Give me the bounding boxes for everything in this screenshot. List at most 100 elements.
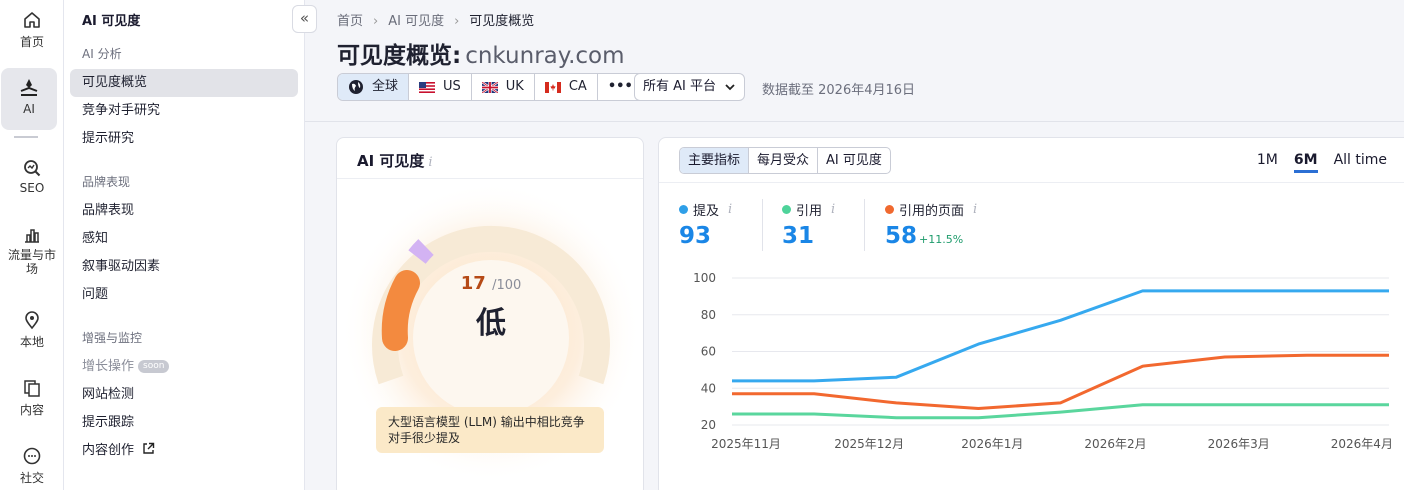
rail-label: 本地 xyxy=(19,335,44,349)
visibility-score: 17 /100 xyxy=(337,273,645,294)
x-tick-label: 2026年1月 xyxy=(961,437,1023,451)
visibility-gauge: 17 /100 低 大型语言模型 (LLM) 输出中相比竞争对手很少提及 xyxy=(337,180,645,482)
collapse-sidebar-button[interactable]: « xyxy=(292,5,317,33)
metric-citations[interactable]: 引用 i 31 xyxy=(782,200,835,249)
range-6m[interactable]: 6M xyxy=(1293,152,1318,173)
x-tick-label: 2026年2月 xyxy=(1084,437,1146,451)
rail-label: 内容 xyxy=(19,403,44,417)
region-us[interactable]: US xyxy=(409,74,472,100)
platform-select[interactable]: 所有 AI 平台 xyxy=(634,73,745,101)
globe-icon xyxy=(349,80,363,94)
chevron-right-icon: › xyxy=(373,14,379,29)
subnav-item-content-creation[interactable]: 内容创作 xyxy=(70,437,298,465)
info-icon: i xyxy=(728,202,733,217)
subnav-item-prompt-research[interactable]: 提示研究 xyxy=(70,125,298,153)
content-creation-label: 内容创作 xyxy=(82,443,135,458)
range-1m[interactable]: 1M xyxy=(1257,152,1278,173)
x-tick-label: 2026年4月 xyxy=(1331,437,1393,451)
line-chart: 20 40 60 80 100 2025年11月 2025年12月 2026年1月 2026年2… xyxy=(693,271,1393,451)
ai-visibility-card: AI 可见度 i 17 /100 低 大型语言模型 (LLM) 输出中相比竞争对手… xyxy=(336,137,644,490)
region-label: 全球 xyxy=(372,79,399,94)
external-link-icon xyxy=(143,442,155,454)
info-icon[interactable]: i xyxy=(428,155,432,170)
tab-ai-visibility[interactable]: AI 可见度 xyxy=(818,148,890,173)
metric-label: 引用 xyxy=(796,204,823,219)
region-label: US xyxy=(443,79,461,94)
subnav-item-growth[interactable]: 增长操作 soon xyxy=(70,353,298,381)
time-range-selector: 1M 6M All time xyxy=(1257,152,1387,173)
metric-mentions[interactable]: 提及 i 93 xyxy=(679,200,732,249)
series-line-引用 xyxy=(732,403,1389,420)
info-icon: i xyxy=(831,202,836,217)
rail-label: 首页 xyxy=(19,35,44,49)
card-divider xyxy=(659,182,1404,183)
metric-divider xyxy=(864,199,865,251)
subnav-title: AI 可见度 xyxy=(82,14,141,29)
metric-label: 提及 xyxy=(693,204,720,219)
subnav-item-questions[interactable]: 问题 xyxy=(70,281,298,309)
rail-label: 流量与市场 xyxy=(8,248,57,276)
subnav-item-narrative[interactable]: 叙事驱动因素 xyxy=(70,253,298,281)
subnav-item-site-audit[interactable]: 网站检测 xyxy=(70,381,298,409)
subnav-item-overview[interactable]: 可见度概览 xyxy=(70,69,298,97)
breadcrumb: 首页 › AI 可见度 › 可见度概览 xyxy=(337,10,534,29)
rail-label: AI xyxy=(23,102,35,116)
rail-item-traffic[interactable]: 流量与市场 xyxy=(0,225,64,276)
metric-change: +11.5% xyxy=(919,233,964,246)
location-icon xyxy=(25,311,39,330)
card-title: AI 可见度 xyxy=(357,152,425,170)
rail-item-local[interactable]: 本地 xyxy=(0,310,64,350)
breadcrumb-home[interactable]: 首页 xyxy=(337,14,363,29)
x-tick-label: 2026年3月 xyxy=(1208,437,1270,451)
gauge-competitor-marker xyxy=(408,239,434,264)
score-value: 17 xyxy=(460,273,486,294)
metric-value: 58 xyxy=(885,223,918,249)
rail-item-seo[interactable]: SEO xyxy=(0,158,64,195)
metrics-chart-card: 主要指标 每月受众 AI 可见度 1M 6M All time 提及 i 93 引… xyxy=(658,137,1404,490)
tab-monthly-audience[interactable]: 每月受众 xyxy=(749,148,819,173)
region-global[interactable]: 全球 xyxy=(338,74,410,100)
visibility-level: 低 xyxy=(476,306,506,341)
breadcrumb-current: 可见度概览 xyxy=(469,14,535,29)
breadcrumb-ai-visibility[interactable]: AI 可见度 xyxy=(388,14,444,29)
rail-item-home[interactable]: 首页 xyxy=(0,10,64,50)
region-uk[interactable]: UK xyxy=(472,74,535,100)
soon-badge: soon xyxy=(138,360,170,373)
rail-label: SEO xyxy=(19,181,45,195)
y-tick-label: 20 xyxy=(701,418,716,432)
subnav-item-competitor[interactable]: 竞争对手研究 xyxy=(70,97,298,125)
metric-value-row: 58 +11.5% xyxy=(885,223,977,249)
growth-label: 增长操作 xyxy=(82,359,135,374)
subnav-item-brand-performance[interactable]: 品牌表现 xyxy=(70,197,298,225)
subnav-item-perception[interactable]: 感知 xyxy=(70,225,298,253)
rail-item-social[interactable]: 社交 xyxy=(0,446,64,486)
tab-key-metrics[interactable]: 主要指标 xyxy=(680,148,750,173)
rail-item-content[interactable]: 内容 xyxy=(0,378,64,418)
y-tick-label: 40 xyxy=(701,381,716,395)
legend-dot xyxy=(679,205,688,214)
rail-item-ai[interactable]: AI xyxy=(1,68,57,130)
subnav-group-brand: 品牌表现 xyxy=(82,175,131,189)
ca-flag-icon xyxy=(544,81,561,93)
x-tick-label: 2025年11月 xyxy=(711,437,781,451)
traffic-icon xyxy=(25,229,39,243)
legend-dot xyxy=(782,205,791,214)
range-all-time[interactable]: All time xyxy=(1334,152,1387,173)
chevron-right-icon: › xyxy=(454,14,460,29)
y-tick-label: 100 xyxy=(693,271,716,285)
page-title: 可见度概览: cnkunray.com xyxy=(337,36,625,70)
us-flag-icon xyxy=(419,81,436,93)
metric-value: 93 xyxy=(679,223,712,249)
region-label: CA xyxy=(568,79,587,94)
x-tick-label: 2025年12月 xyxy=(834,437,904,451)
subnav-group-enhance: 增强与监控 xyxy=(82,331,143,345)
card-header: AI 可见度 i xyxy=(337,138,643,179)
region-ca[interactable]: CA xyxy=(535,74,598,100)
region-label: UK xyxy=(505,79,524,94)
more-icon: ••• xyxy=(607,79,633,94)
series-line-提及 xyxy=(732,289,1389,383)
info-icon: i xyxy=(973,202,978,217)
subnav-item-prompt-tracking[interactable]: 提示跟踪 xyxy=(70,409,298,437)
y-tick-label: 80 xyxy=(701,308,716,322)
metric-cited-pages[interactable]: 引用的页面 i 58 +11.5% xyxy=(885,200,977,249)
